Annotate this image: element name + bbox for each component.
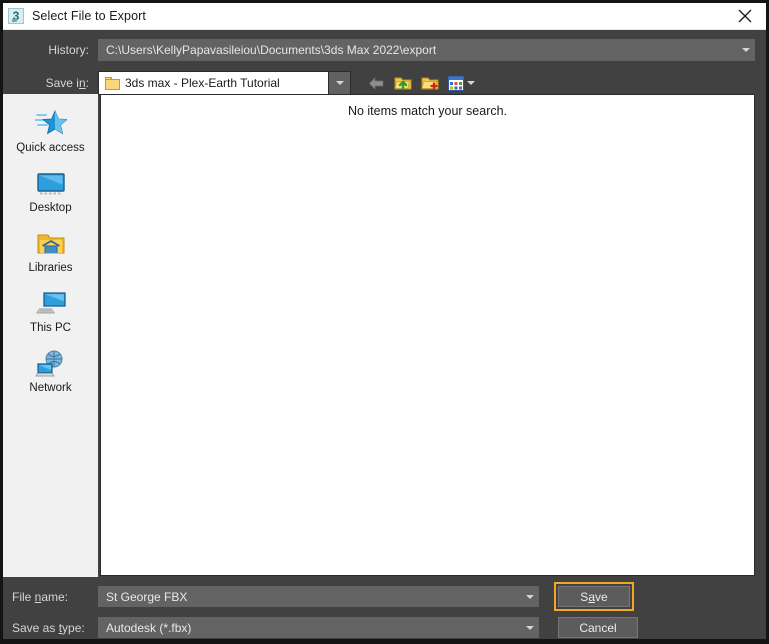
save-in-label: Save in: bbox=[45, 76, 89, 90]
new-folder-icon[interactable] bbox=[421, 75, 439, 91]
chevron-down-icon[interactable] bbox=[737, 48, 755, 52]
select-file-to-export-dialog: 3 Select File to Export History: C:\User… bbox=[0, 0, 769, 644]
chevron-down-icon[interactable] bbox=[521, 594, 539, 599]
place-label: Desktop bbox=[29, 202, 72, 214]
save-as-type-row: Save as type: Autodesk (*.fbx) Cancel bbox=[3, 616, 766, 639]
place-quick-access[interactable]: Quick access bbox=[3, 105, 98, 165]
back-arrow-icon[interactable] bbox=[368, 76, 385, 91]
up-one-level-icon[interactable] bbox=[394, 75, 412, 91]
save-in-row: Save in: 3ds max - Plex-Earth Tutorial bbox=[3, 71, 766, 95]
save-as-type-value: Autodesk (*.fbx) bbox=[106, 620, 192, 635]
dialog-body: Quick access Desktop Libraries This PC N… bbox=[3, 94, 766, 577]
history-value: C:\Users\KellyPapavasileiou\Documents\3d… bbox=[106, 43, 437, 57]
empty-message: No items match your search. bbox=[347, 104, 508, 118]
network-icon bbox=[34, 347, 68, 381]
file-name-row: File name: St George FBX Sa ve bbox=[3, 582, 766, 611]
place-label: Network bbox=[29, 382, 72, 394]
views-icon[interactable] bbox=[448, 75, 464, 91]
place-libraries[interactable]: Libraries bbox=[3, 225, 98, 285]
file-name-input[interactable]: St George FBX bbox=[98, 586, 539, 607]
save-button-focus-ring: Sa ve bbox=[554, 582, 634, 611]
file-list-panel[interactable]: No items match your search. bbox=[100, 94, 755, 576]
save-as-type-combobox[interactable]: Autodesk (*.fbx) bbox=[98, 617, 539, 638]
history-row: History: C:\Users\KellyPapavasileiou\Doc… bbox=[3, 39, 766, 61]
place-label: Libraries bbox=[28, 262, 73, 274]
places-bar: Quick access Desktop Libraries This PC N… bbox=[3, 94, 98, 577]
file-name-label: File name: bbox=[12, 589, 69, 604]
save-in-combobox[interactable]: 3ds max - Plex-Earth Tutorial bbox=[98, 71, 351, 95]
place-this-pc[interactable]: This PC bbox=[3, 285, 98, 345]
place-label: This PC bbox=[30, 322, 71, 334]
navigation-toolbar bbox=[368, 75, 475, 91]
folder-icon bbox=[105, 76, 120, 90]
save-button[interactable]: Sa ve bbox=[558, 586, 630, 607]
cancel-button-wrap: Cancel bbox=[558, 617, 638, 638]
dialog-title: Select File to Export bbox=[32, 9, 146, 23]
save-in-field[interactable]: 3ds max - Plex-Earth Tutorial bbox=[99, 72, 328, 94]
place-desktop[interactable]: Desktop bbox=[3, 165, 98, 225]
history-label: History: bbox=[48, 43, 89, 57]
this-pc-icon bbox=[34, 287, 68, 321]
bottom-fields: File name: St George FBX Sa ve Save as ty… bbox=[3, 576, 766, 639]
desktop-icon bbox=[34, 167, 68, 201]
place-label: Quick access bbox=[16, 142, 85, 154]
star-icon bbox=[34, 107, 68, 141]
3ds-max-icon: 3 bbox=[8, 8, 24, 24]
place-network[interactable]: Network bbox=[3, 345, 98, 405]
libraries-folder-icon bbox=[34, 227, 68, 261]
chevron-down-icon[interactable] bbox=[328, 72, 350, 94]
cancel-button[interactable]: Cancel bbox=[558, 617, 638, 638]
top-fields: History: C:\Users\KellyPapavasileiou\Doc… bbox=[3, 30, 766, 95]
chevron-down-icon[interactable] bbox=[521, 625, 539, 630]
save-as-type-label: Save as type: bbox=[12, 620, 85, 635]
views-chevron-down-icon[interactable] bbox=[467, 81, 475, 85]
save-in-value: 3ds max - Plex-Earth Tutorial bbox=[125, 76, 280, 90]
close-icon[interactable] bbox=[724, 3, 766, 29]
file-name-value: St George FBX bbox=[106, 589, 188, 604]
history-combobox[interactable]: C:\Users\KellyPapavasileiou\Documents\3d… bbox=[98, 39, 755, 61]
title-bar: 3 Select File to Export bbox=[3, 3, 766, 30]
